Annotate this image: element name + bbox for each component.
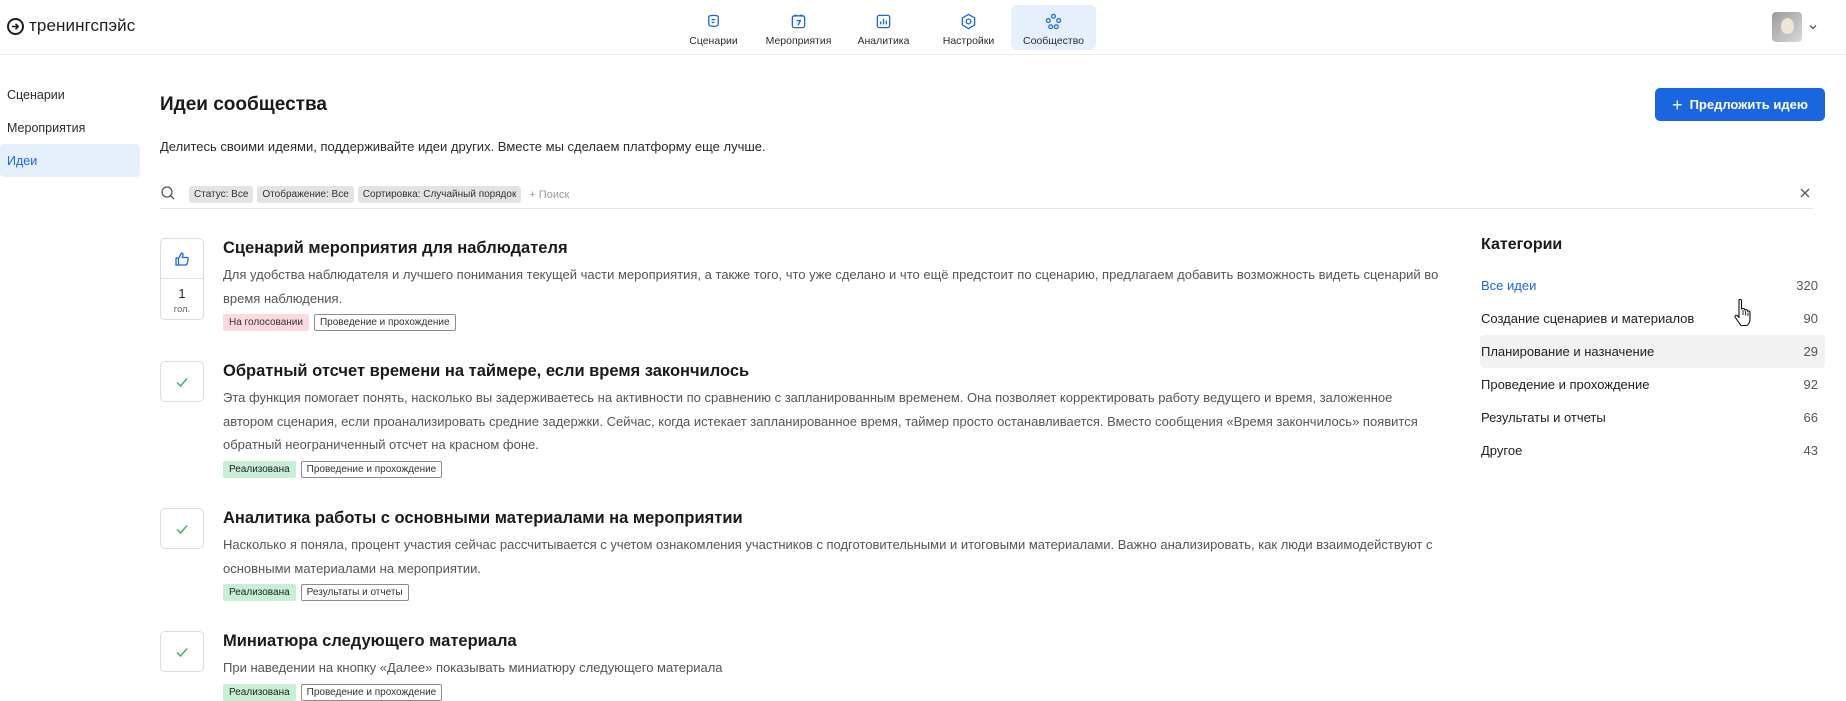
community-icon: [1045, 13, 1062, 30]
category-name: Все идеи: [1481, 278, 1537, 293]
hand-cursor-icon: [1734, 298, 1751, 327]
category-tag[interactable]: Проведение и прохождение: [300, 460, 443, 478]
search-input[interactable]: + Поиск: [529, 189, 569, 201]
category-tag[interactable]: Результаты и отчеты: [300, 584, 409, 601]
idea-description: Для удобства наблюдателя и лучшего поним…: [223, 267, 1439, 306]
sidebar-item-ideas[interactable]: Идеи: [0, 144, 140, 177]
category-name: Создание сценариев и материалов: [1481, 311, 1695, 326]
category-conducting[interactable]: Проведение и прохождение 92: [1480, 368, 1825, 401]
sidebar: Сценарии Мероприятия Идеи: [0, 78, 140, 177]
nav-events[interactable]: Мероприятия: [756, 5, 841, 50]
scenarios-icon: [708, 14, 719, 28]
close-icon[interactable]: [1799, 187, 1811, 199]
logo[interactable]: тренингспэйс: [7, 16, 135, 36]
nav-label: Настройки: [942, 35, 995, 47]
logo-icon: [7, 17, 24, 35]
status-badge: Реализована: [223, 460, 296, 478]
nav-label: Аналитика: [857, 35, 910, 47]
idea-body: Сценарий мероприятия для наблюдателя Для…: [223, 238, 1443, 331]
category-name: Проведение и прохождение: [1481, 377, 1650, 392]
suggest-idea-button[interactable]: + Предложить идею: [1655, 88, 1825, 121]
category-count: 66: [1803, 410, 1818, 425]
main-nav: Сценарии Мероприятия Аналитика Настройки…: [671, 5, 1096, 50]
category-all[interactable]: Все идеи 320: [1480, 269, 1825, 302]
categories-list: Все идеи 320 Создание сценариев и матери…: [1480, 269, 1825, 467]
category-count: 90: [1803, 311, 1818, 326]
avatar[interactable]: [1772, 12, 1802, 42]
nav-community[interactable]: Сообщество: [1011, 5, 1096, 50]
analytics-icon: [876, 14, 891, 29]
category-other[interactable]: Другое 43: [1480, 434, 1825, 467]
vote-count: 1: [178, 287, 186, 301]
nav-label: Мероприятия: [765, 35, 832, 47]
thumbs-up-icon: [175, 251, 189, 266]
user-menu[interactable]: [1772, 12, 1818, 42]
nav-scenarios[interactable]: Сценарии: [671, 5, 756, 50]
idea-title[interactable]: Обратный отсчет времени на таймере, если…: [223, 361, 1443, 381]
categories-panel: Категории Все идеи 320 Создание сценарие…: [1480, 236, 1825, 467]
categories-title: Категории: [1481, 236, 1563, 253]
idea-description: Эта функция помогает понять, насколько в…: [223, 390, 1418, 452]
implemented-box: [160, 361, 204, 402]
vote-unit: гол.: [173, 304, 191, 315]
idea-tags: Реализована Результаты и отчеты: [223, 584, 1443, 601]
search-icon: [161, 186, 175, 200]
category-tag[interactable]: Проведение и прохождение: [313, 314, 456, 331]
status-badge: Реализована: [223, 683, 296, 701]
nav-analytics[interactable]: Аналитика: [841, 5, 926, 50]
category-planning[interactable]: Планирование и назначение 29: [1480, 335, 1825, 368]
category-tag[interactable]: Проведение и прохождение: [300, 683, 443, 701]
category-name: Другое: [1481, 443, 1523, 458]
idea-tags: На голосовании Проведение и прохождение: [223, 314, 1443, 331]
idea-description: При наведении на кнопку «Далее» показыва…: [223, 660, 723, 675]
status-badge: Реализована: [223, 584, 296, 601]
vote-button[interactable]: [161, 239, 203, 279]
logo-text: тренингспэйс: [29, 16, 136, 35]
page-subtitle: Делитесь своими идеями, поддерживайте ид…: [160, 139, 766, 154]
category-count: 320: [1796, 278, 1818, 293]
top-header: тренингспэйс Сценарии Мероприятия Аналит…: [0, 0, 1846, 55]
sidebar-item-scenarios[interactable]: Сценарии: [0, 78, 140, 111]
idea-title[interactable]: Аналитика работы с основными материалами…: [223, 508, 1443, 528]
category-name: Планирование и назначение: [1481, 344, 1655, 359]
category-name: Результаты и отчеты: [1481, 410, 1606, 425]
status-badge: На голосовании: [223, 314, 309, 331]
page-title: Идеи сообщества: [160, 94, 327, 115]
category-count: 29: [1803, 344, 1818, 359]
idea-body: Аналитика работы с основными материалами…: [223, 508, 1443, 601]
implemented-box: [160, 508, 204, 549]
check-icon: [176, 524, 188, 534]
idea-tags: Реализована Проведение и прохождение: [223, 683, 1443, 701]
nav-settings[interactable]: Настройки: [926, 5, 1011, 50]
sidebar-item-events[interactable]: Мероприятия: [0, 111, 140, 144]
filter-display-chip[interactable]: Отображение: Все: [257, 186, 354, 203]
settings-icon: [961, 13, 976, 30]
category-results[interactable]: Результаты и отчеты 66: [1480, 401, 1825, 434]
suggest-idea-label: Предложить идею: [1689, 97, 1808, 112]
chevron-down-icon: [1809, 25, 1817, 30]
calendar-icon: [791, 14, 806, 29]
vote-box[interactable]: 1 гол.: [160, 238, 204, 320]
idea-title[interactable]: Сценарий мероприятия для наблюдателя: [223, 238, 1443, 258]
check-icon: [176, 377, 188, 387]
check-icon: [176, 647, 188, 657]
idea-description: Насколько я поняла, процент участия сейч…: [223, 537, 1433, 576]
category-scenarios-materials[interactable]: Создание сценариев и материалов 90: [1480, 302, 1825, 335]
nav-label: Сообщество: [1023, 35, 1084, 47]
idea-body: Миниатюра следующего материала При навед…: [223, 631, 1443, 701]
category-count: 92: [1803, 377, 1818, 392]
filter-status-chip[interactable]: Статус: Все: [189, 186, 254, 203]
idea-title[interactable]: Миниатюра следующего материала: [223, 631, 1443, 651]
implemented-box: [160, 631, 204, 672]
plus-icon: +: [1672, 94, 1683, 115]
idea-body: Обратный отсчет времени на таймере, если…: [223, 361, 1443, 478]
category-count: 43: [1803, 443, 1818, 458]
nav-label: Сценарии: [689, 35, 738, 47]
idea-tags: Реализована Проведение и прохождение: [223, 460, 1443, 478]
filter-bar: Статус: Все Отображение: Все Сортировка:…: [160, 181, 1813, 209]
filter-sort-chip[interactable]: Сортировка: Случайный порядок: [357, 186, 522, 203]
